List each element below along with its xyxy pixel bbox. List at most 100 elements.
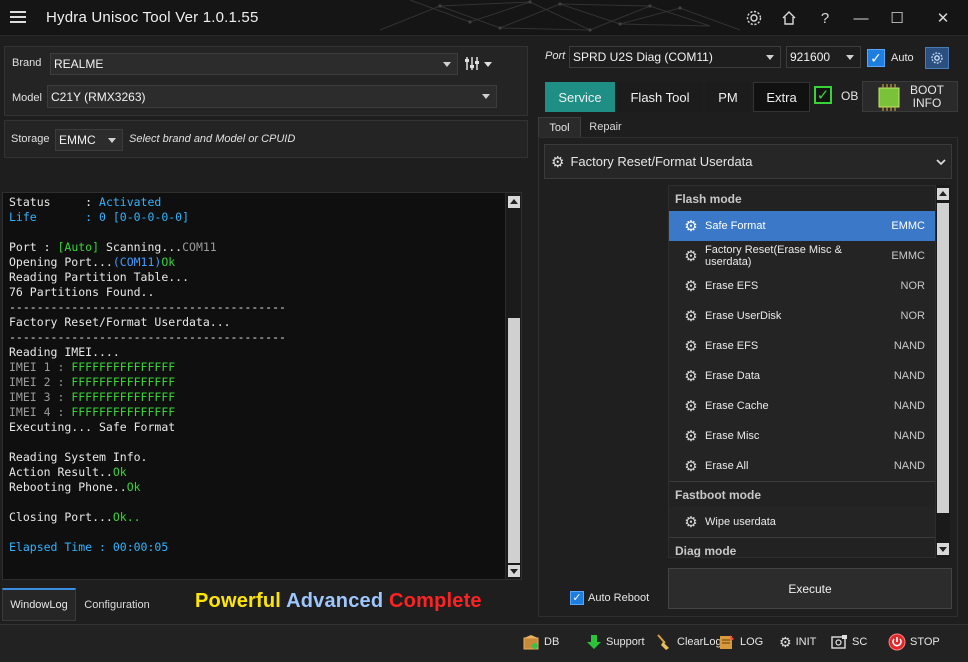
tab-windowlog[interactable]: WindowLog [2, 588, 76, 621]
log-book-icon [720, 635, 734, 649]
log-line: IMEI 3 : FFFFFFFFFFFFFFF [9, 390, 521, 405]
ob-checkbox[interactable]: ✓ [814, 86, 832, 104]
log-segment: Ok [161, 255, 176, 269]
tab-extra[interactable]: Extra [753, 82, 810, 112]
close-button[interactable]: ✕ [932, 7, 954, 29]
log-line: Closing Port...Ok.. [9, 510, 521, 525]
gear-icon: ⚙ [684, 368, 698, 385]
slogan-word-3: Complete [389, 590, 482, 612]
log-segment: Ok [126, 480, 141, 494]
auto-checkbox[interactable]: ✓ [867, 49, 885, 67]
model-label: Model [12, 92, 42, 104]
operation-item-storage-tag: NAND [893, 460, 925, 472]
operation-item[interactable]: ⚙ Erase UserDisk NOR [669, 301, 935, 331]
operation-item[interactable]: ⚙ Erase All NAND [669, 451, 935, 481]
gear-icon: ⚙ [684, 218, 698, 235]
log-segment: Opening Port... [9, 255, 113, 269]
storage-select[interactable]: EMMC [55, 129, 123, 151]
boot-info-button[interactable]: BOOT INFO [862, 81, 958, 112]
operation-item-storage-tag: NAND [893, 340, 925, 352]
gear-icon: ⚙ [684, 278, 698, 295]
log-segment: (COM11) [112, 255, 162, 269]
chevron-down-icon [443, 61, 451, 67]
tab-tool[interactable]: Tool [538, 117, 581, 137]
operation-item[interactable]: ⚙ Erase EFS NAND [669, 331, 935, 361]
chevron-down-icon [936, 158, 946, 165]
auto-reboot-checkbox[interactable]: ✓ [570, 591, 584, 605]
scroll-thumb[interactable] [937, 203, 949, 513]
storage-hint: Select brand and Model or CPUID [129, 133, 296, 145]
filter-settings-icon[interactable] [463, 54, 495, 74]
operation-item-storage-tag: NAND [893, 370, 925, 382]
operation-item[interactable]: ⚙ Erase Data NAND [669, 361, 935, 391]
log-line: 76 Partitions Found.. [9, 285, 521, 300]
title-bar: Hydra Unisoc Tool Ver 1.0.1.55 ? — ☐ ✕ [0, 0, 968, 36]
log-scrollbar[interactable] [505, 193, 521, 579]
log-line: Status : Activated [9, 195, 521, 210]
log-segment: Executing... Safe Format [9, 420, 176, 434]
model-value: C21Y (RMX3263) [51, 89, 146, 104]
gear-icon: ⚙ [779, 633, 792, 650]
operation-item-storage-tag: NOR [900, 310, 925, 322]
chip-icon [878, 84, 900, 111]
scroll-down-icon[interactable] [508, 565, 520, 577]
maximize-button[interactable]: ☐ [886, 7, 908, 29]
scroll-thumb[interactable] [508, 318, 520, 563]
support-button[interactable]: Support [586, 632, 645, 652]
gear-icon: ⚙ [684, 514, 698, 531]
tab-service[interactable]: Service [545, 82, 615, 112]
boot-info-line-2: INFO [912, 96, 942, 110]
model-select[interactable]: C21Y (RMX3263) [47, 85, 497, 108]
log-segment: Reading System Info. [9, 450, 148, 464]
minimize-button[interactable]: — [850, 7, 872, 29]
stop-label: STOP [910, 636, 940, 648]
brand-select[interactable]: REALME [50, 53, 458, 75]
tab-pm[interactable]: PM [705, 82, 751, 112]
status-bar [0, 624, 968, 662]
gear-icon: ⚙ [684, 458, 698, 475]
execute-button[interactable]: Execute [668, 568, 952, 609]
operation-item-label: Erase UserDisk [705, 310, 782, 322]
tab-repair[interactable]: Repair [583, 117, 628, 137]
clearlog-button[interactable]: ClearLog [655, 632, 722, 652]
operation-select[interactable]: ⚙ Factory Reset/Format Userdata [544, 144, 952, 179]
gear-icon: ⚙ [684, 398, 698, 415]
port-select[interactable]: SPRD U2S Diag (COM11) [569, 46, 781, 68]
log-segment: IMEI 1 : [9, 360, 72, 374]
db-button[interactable]: DB [522, 632, 559, 652]
operation-item-label: Erase Misc [705, 430, 760, 442]
tab-flash-tool[interactable]: Flash Tool [617, 82, 703, 112]
log-segment: Reading IMEI.... [9, 345, 120, 359]
init-button[interactable]: ⚙ INIT [779, 632, 816, 652]
sc-button[interactable]: SC [831, 632, 867, 652]
stop-icon [888, 633, 906, 651]
home-icon[interactable] [778, 7, 800, 29]
menu-icon[interactable] [10, 9, 26, 25]
gear-icon[interactable] [743, 7, 765, 29]
operation-item[interactable]: ⚙ Wipe userdata [669, 507, 935, 537]
operation-item[interactable]: ⚙ Erase Cache NAND [669, 391, 935, 421]
operation-item[interactable]: ⚙ Erase EFS NOR [669, 271, 935, 301]
fastboot-mode-items: ⚙ Wipe userdata [669, 507, 935, 537]
network-decoration-icon [380, 0, 740, 32]
brand-value: REALME [54, 57, 104, 71]
scroll-down-icon[interactable] [937, 543, 949, 555]
help-icon[interactable]: ? [814, 7, 836, 29]
db-label: DB [544, 636, 560, 648]
operation-item[interactable]: ⚙ Safe Format EMMC [669, 211, 935, 241]
log-segment: Life : 0 [0-0-0-0-0] [9, 210, 190, 224]
log-button[interactable]: LOG [718, 632, 763, 652]
scroll-up-icon[interactable] [937, 188, 949, 200]
refresh-port-button[interactable] [925, 47, 949, 69]
tab-configuration[interactable]: Configuration [78, 588, 156, 621]
operation-list-scrollbar[interactable] [936, 185, 950, 558]
operation-item[interactable]: ⚙ Factory Reset(Erase Misc & userdata) EMM… [669, 241, 935, 271]
operation-item-label: Erase EFS [705, 340, 759, 352]
operation-item[interactable]: ⚙ Erase Misc NAND [669, 421, 935, 451]
log-line: Elapsed Time : 00:00:05 [9, 540, 521, 555]
scroll-up-icon[interactable] [508, 196, 520, 208]
baud-select[interactable]: 921600 [786, 46, 861, 68]
stop-button[interactable]: STOP [888, 632, 940, 652]
